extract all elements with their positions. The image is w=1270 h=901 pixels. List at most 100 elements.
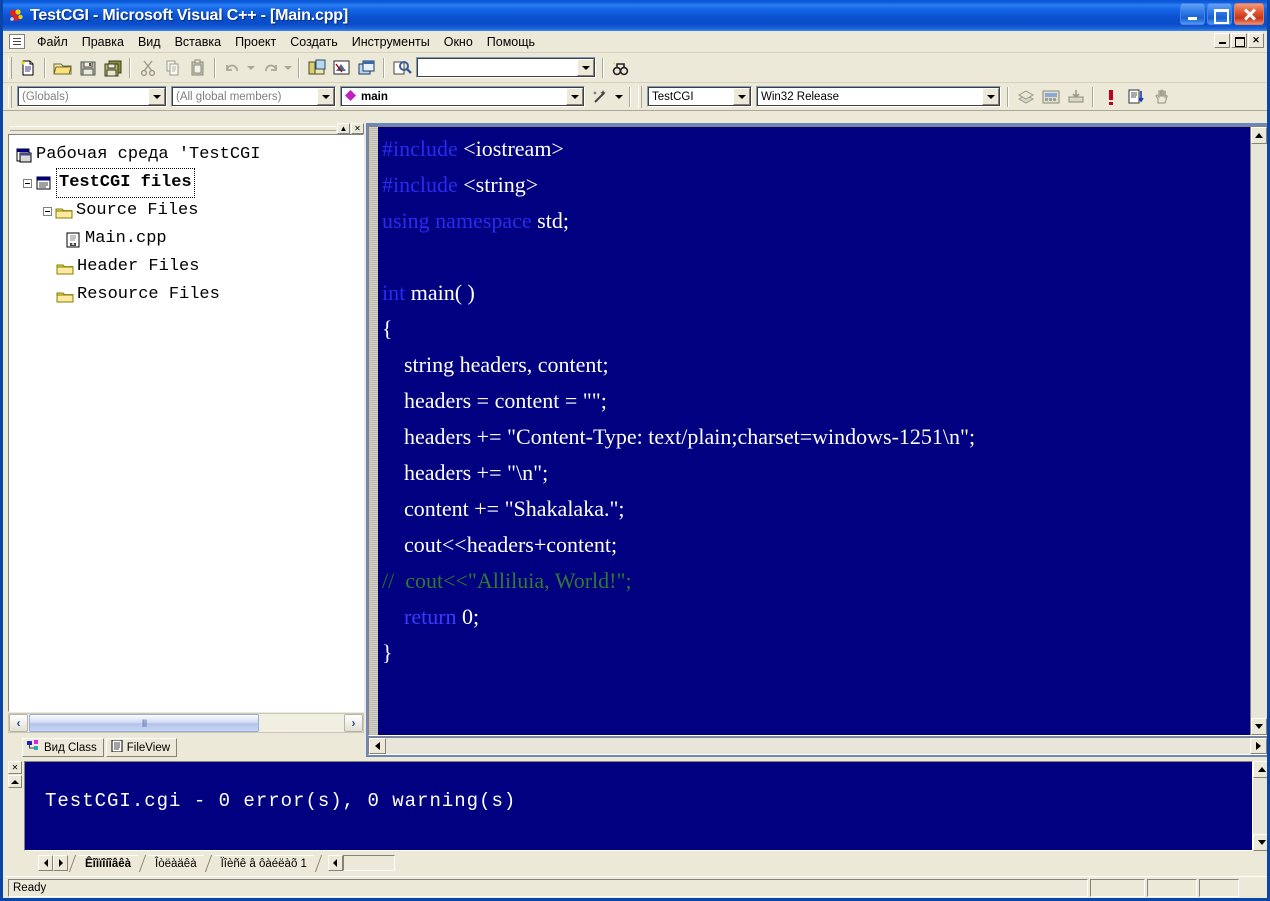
minimize-button[interactable] (1180, 3, 1205, 25)
workspace-icon[interactable] (304, 56, 329, 80)
menu-item-build[interactable]: Создать (283, 33, 345, 51)
insert-breakpoint-icon[interactable] (1098, 85, 1123, 109)
menu-item-file[interactable]: Файл (30, 33, 75, 51)
globals-combo[interactable]: (Globals) (17, 86, 167, 107)
output-window-icon[interactable] (329, 56, 354, 80)
tab-file-view[interactable]: FileView (105, 738, 178, 757)
scroll-track[interactable] (386, 738, 1250, 754)
config-combo[interactable]: Win32 Release (756, 86, 1001, 107)
chevron-down-icon[interactable] (566, 88, 583, 105)
close-panel-button[interactable]: ✕ (351, 123, 364, 134)
toolbar-grip[interactable] (8, 56, 12, 79)
chevron-down-icon[interactable] (148, 88, 165, 105)
undo-dropdown-icon[interactable] (245, 56, 257, 80)
menu-item-view[interactable]: Вид (131, 33, 168, 51)
save-all-icon[interactable] (100, 56, 125, 80)
tree-item-source-files[interactable]: Source Files (13, 197, 363, 225)
tree-item-project[interactable]: TestCGI files (13, 168, 363, 198)
find-combo[interactable] (416, 57, 596, 78)
dock-pin-button[interactable]: ▲ (337, 123, 350, 134)
scroll-down-button[interactable] (1251, 718, 1267, 735)
scroll-left-button[interactable] (369, 738, 386, 754)
tree-item-header-files[interactable]: Header Files (13, 253, 363, 281)
build-icon[interactable] (1038, 85, 1063, 109)
find-in-files-icon[interactable] (389, 56, 414, 80)
workspace-hscrollbar[interactable]: ‹ › (8, 713, 364, 733)
status-cell-4 (1199, 878, 1239, 897)
source-code-text[interactable]: #include <iostream> #include <string> usin… (378, 127, 1250, 735)
output-tab-find-in-files[interactable]: Ïîèñê â ôàéëàõ 1 (213, 854, 314, 872)
output-tab-build[interactable]: Êîìïîíîâêà (78, 854, 139, 872)
scroll-up-small-button[interactable] (8, 775, 22, 788)
scroll-right-button[interactable]: › (344, 714, 363, 732)
scroll-up-button[interactable] (1253, 761, 1267, 778)
editor-vscrollbar[interactable] (1250, 127, 1267, 735)
tab-class-view[interactable]: Вид Class (22, 738, 104, 757)
mdi-restore-button[interactable] (1231, 33, 1247, 48)
project-combo[interactable]: TestCGI (647, 86, 752, 107)
magic-wand-icon[interactable] (587, 85, 612, 109)
scroll-right-button[interactable] (1250, 738, 1267, 754)
scroll-up-button[interactable] (1251, 127, 1267, 144)
code-line: #include <string> (382, 167, 1250, 203)
new-file-icon[interactable] (15, 56, 40, 80)
tree-item-resource-files[interactable]: Resource Files (13, 281, 363, 309)
redo-dropdown-icon[interactable] (282, 56, 294, 80)
members-combo[interactable]: (All global members) (171, 86, 336, 107)
undo-icon[interactable] (220, 56, 245, 80)
wizard-dropdown-icon[interactable] (612, 85, 625, 109)
tab-scroll-left-button[interactable] (38, 855, 53, 871)
window-list-icon[interactable] (354, 56, 379, 80)
chevron-down-icon[interactable] (982, 88, 999, 105)
tree-item-main-cpp[interactable]: Main.cpp (13, 225, 363, 253)
toolbar-grip[interactable] (638, 85, 642, 108)
editor-hscrollbar[interactable] (368, 737, 1267, 755)
menu-item-window[interactable]: Окно (437, 33, 480, 51)
menu-item-project[interactable]: Проект (228, 33, 283, 51)
stop-build-icon[interactable] (1063, 85, 1088, 109)
scroll-track[interactable] (1251, 144, 1267, 718)
mdi-close-button[interactable]: ✕ (1248, 33, 1264, 48)
output-hscroll-track[interactable] (342, 855, 395, 871)
chevron-down-icon[interactable] (317, 88, 334, 105)
selection-margin[interactable] (369, 127, 378, 735)
toolbar-separator (602, 57, 604, 78)
menu-item-insert[interactable]: Вставка (168, 33, 228, 51)
file-view-tree[interactable]: Рабочая среда 'TestCGI TestCGI files Sou… (8, 134, 364, 712)
tab-scroll-right-button[interactable] (53, 855, 68, 871)
scroll-thumb[interactable] (29, 714, 259, 732)
document-icon[interactable] (9, 34, 25, 49)
scroll-track[interactable] (1253, 778, 1267, 834)
output-tab-debug[interactable]: Îòëàäêà (148, 854, 204, 872)
build-output-view[interactable]: TestCGI.cgi - 0 error(s), 0 warning(s) (24, 761, 1253, 851)
output-vscrollbar[interactable] (1253, 761, 1267, 851)
scroll-left-button[interactable]: ‹ (9, 714, 28, 732)
chevron-down-icon[interactable] (733, 88, 750, 105)
close-button[interactable] (1234, 3, 1264, 25)
search-binoculars-icon[interactable] (608, 56, 633, 80)
chevron-down-icon[interactable] (577, 59, 594, 76)
mdi-minimize-button[interactable] (1214, 33, 1230, 48)
open-file-icon[interactable] (50, 56, 75, 80)
maximize-button[interactable] (1207, 3, 1232, 25)
toolbar-grip[interactable] (8, 85, 12, 108)
symbol-combo[interactable]: main (340, 86, 585, 107)
paste-icon[interactable] (185, 56, 210, 80)
collapse-toggle-icon[interactable] (23, 178, 32, 188)
breakpoints-list-icon[interactable] (1123, 85, 1148, 109)
scroll-down-button[interactable] (1253, 834, 1267, 851)
close-output-button[interactable]: ✕ (8, 761, 22, 774)
hand-icon[interactable] (1148, 85, 1173, 109)
menu-item-tools[interactable]: Инструменты (345, 33, 437, 51)
compile-icon[interactable] (1013, 85, 1038, 109)
cut-icon[interactable] (135, 56, 160, 80)
menu-item-help[interactable]: Помощь (480, 33, 542, 51)
collapse-toggle-icon[interactable] (43, 206, 52, 216)
menu-item-edit[interactable]: Правка (75, 33, 131, 51)
copy-icon[interactable] (160, 56, 185, 80)
code-editor-body[interactable]: #include <iostream> #include <string> usin… (368, 126, 1267, 736)
tree-item-workspace[interactable]: Рабочая среда 'TestCGI (13, 141, 363, 169)
output-scroll-left-button[interactable] (327, 855, 343, 871)
save-icon[interactable] (75, 56, 100, 80)
redo-icon[interactable] (257, 56, 282, 80)
